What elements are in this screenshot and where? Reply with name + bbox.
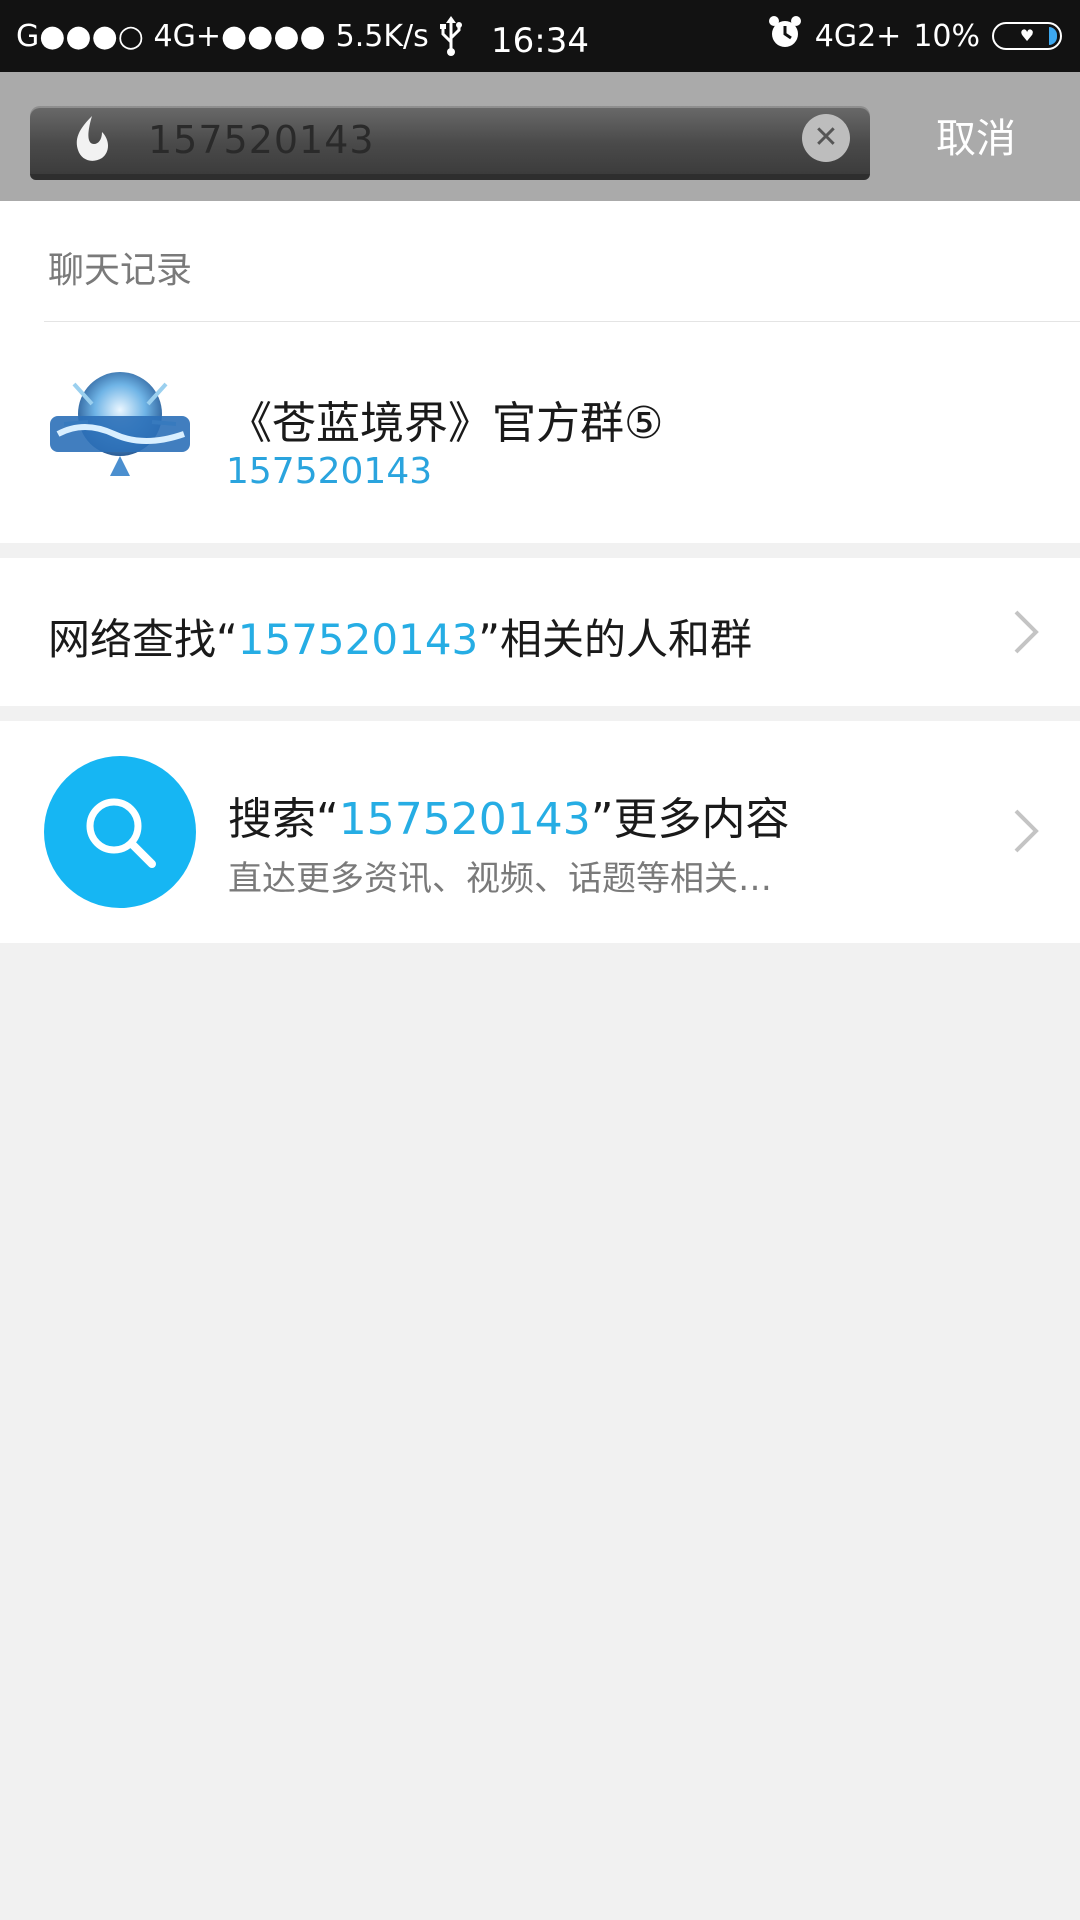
search-icon xyxy=(44,756,196,908)
battery-fill xyxy=(1049,27,1057,45)
status-right: 4G2+ 10% ♥ xyxy=(767,0,1062,72)
search-query-text: 157520143 xyxy=(148,118,375,162)
network-find-row[interactable]: 网络查找“157520143”相关的人和群 xyxy=(0,558,1080,706)
search-more-keyword: 157520143 xyxy=(338,794,591,845)
network-find-keyword: 157520143 xyxy=(237,615,479,664)
clear-icon[interactable]: ✕ xyxy=(802,114,850,162)
usb-icon xyxy=(439,16,463,56)
battery-icon: ♥ xyxy=(992,22,1062,50)
search-more-suffix: ”更多内容 xyxy=(590,794,790,845)
network-type: 4G2+ xyxy=(814,18,902,54)
search-more-prefix: 搜索“ xyxy=(228,794,339,845)
cancel-button[interactable]: 取消 xyxy=(926,104,1026,174)
network-speed: 5.5K/s xyxy=(335,18,429,54)
search-input[interactable]: 157520143 ✕ xyxy=(30,106,870,180)
network-find-text: 网络查找“157520143”相关的人和群 xyxy=(48,606,752,667)
status-bar: G●●●○ 4G+●●●● 5.5K/s 16:34 4G2+ 10% ♥ xyxy=(0,0,1080,72)
chevron-right-icon xyxy=(1012,608,1040,656)
section-title: 聊天记录 xyxy=(48,250,193,291)
chat-record-section: 聊天记录 《苍蓝境界》官方群⑤ 157520143 xyxy=(0,201,1080,543)
flame-icon xyxy=(70,114,112,166)
group-name: 《苍蓝境界》官方群⑤ xyxy=(228,398,664,449)
chevron-right-icon xyxy=(1012,807,1040,855)
network-find-prefix: 网络查找“ xyxy=(48,615,238,664)
search-header: 157520143 ✕ 取消 xyxy=(0,72,1080,201)
alarm-icon xyxy=(767,14,803,58)
network-find-suffix: ”相关的人和群 xyxy=(478,615,753,664)
search-more-subtitle: 直达更多资讯、视频、话题等相关… xyxy=(228,859,772,899)
search-more-row[interactable]: 搜索“157520143”更多内容 直达更多资讯、视频、话题等相关… xyxy=(0,721,1080,943)
signal-indicator: G●●●○ 4G+●●●● xyxy=(16,18,326,54)
heart-icon: ♥ xyxy=(1019,26,1035,45)
group-avatar xyxy=(44,364,196,484)
battery-percent: 10% xyxy=(913,18,980,54)
divider xyxy=(44,321,1080,322)
status-left: G●●●○ 4G+●●●● 5.5K/s xyxy=(16,0,463,72)
group-number: 157520143 xyxy=(226,451,433,492)
search-more-title: 搜索“157520143”更多内容 xyxy=(228,783,790,847)
